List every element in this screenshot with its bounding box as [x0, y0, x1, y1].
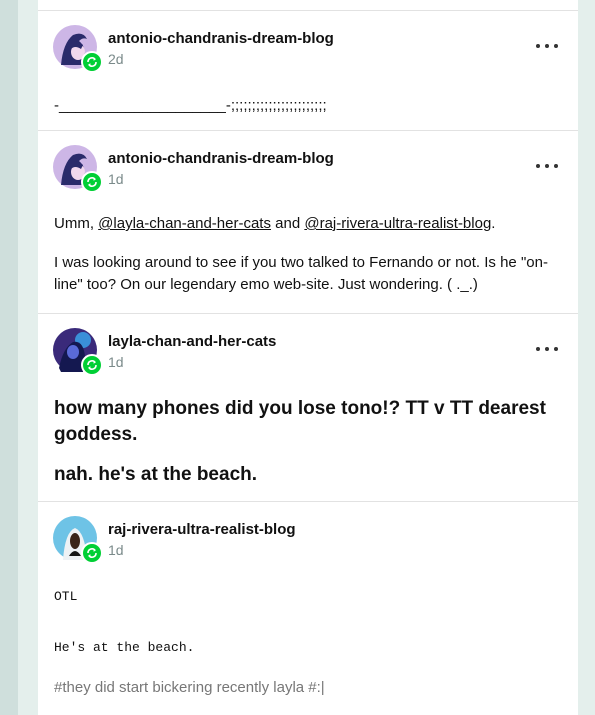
thread-post-2: antonio-chandranis-dream-blog 1d Umm, @l… — [38, 130, 578, 314]
reblog-icon — [87, 360, 97, 370]
post-body: -____________________-;;;;;;;;;;;;;;;;;;… — [54, 97, 327, 114]
reblog-badge — [81, 354, 103, 376]
post-timestamp[interactable]: 2d — [108, 51, 124, 67]
thread-post-4: raj-rivera-ultra-realist-blog 1d OTL He'… — [38, 501, 578, 715]
post-heading-2: nah. he's at the beach. — [54, 464, 258, 485]
reblog-badge — [81, 51, 103, 73]
more-options-icon[interactable] — [536, 338, 558, 360]
post-username[interactable]: antonio-chandranis-dream-blog — [108, 150, 334, 167]
post-username[interactable]: layla-chan-and-her-cats — [108, 333, 276, 350]
post-paragraph-2: I was looking around to see if you two t… — [54, 254, 548, 293]
reblog-icon — [87, 57, 97, 67]
reblog-badge — [81, 171, 103, 193]
mention-link-layla[interactable]: @layla-chan-and-her-cats — [98, 215, 271, 232]
post-username[interactable]: raj-rivera-ultra-realist-blog — [108, 521, 296, 538]
post-timestamp[interactable]: 1d — [108, 171, 124, 187]
post-paragraph-1: Umm, @layla-chan-and-her-cats and @raj-r… — [54, 213, 564, 235]
post-timestamp[interactable]: 1d — [108, 354, 124, 370]
post-mono-line-1: OTL — [54, 589, 78, 604]
post-timestamp[interactable]: 1d — [108, 542, 124, 558]
avatar[interactable] — [53, 25, 103, 73]
post-heading-1: how many phones did you lose tono!? TT v… — [54, 398, 546, 445]
thread-post-1: antonio-chandranis-dream-blog 2d -______… — [38, 10, 578, 131]
reblog-icon — [87, 548, 97, 558]
avatar[interactable] — [53, 516, 103, 564]
left-stripe — [18, 0, 38, 715]
right-stripe — [578, 0, 595, 715]
more-options-icon[interactable] — [536, 155, 558, 177]
mention-link-raj[interactable]: @raj-rivera-ultra-realist-blog — [304, 215, 491, 232]
reblog-badge — [81, 542, 103, 564]
avatar[interactable] — [53, 328, 103, 376]
post-username[interactable]: antonio-chandranis-dream-blog — [108, 30, 334, 47]
post-tags[interactable]: #they did start bickering recently layla… — [54, 677, 564, 699]
post-mono-line-2: He's at the beach. — [54, 640, 195, 655]
thread-post-3: layla-chan-and-her-cats 1d how many phon… — [38, 313, 578, 502]
avatar[interactable] — [53, 145, 103, 193]
post-thread-card: antonio-chandranis-dream-blog 2d -______… — [38, 0, 578, 715]
reblog-icon — [87, 177, 97, 187]
text-prefix: Umm, — [54, 215, 99, 232]
text-suffix: . — [491, 215, 496, 232]
more-options-icon[interactable] — [536, 35, 558, 57]
text-and: and — [270, 215, 305, 232]
